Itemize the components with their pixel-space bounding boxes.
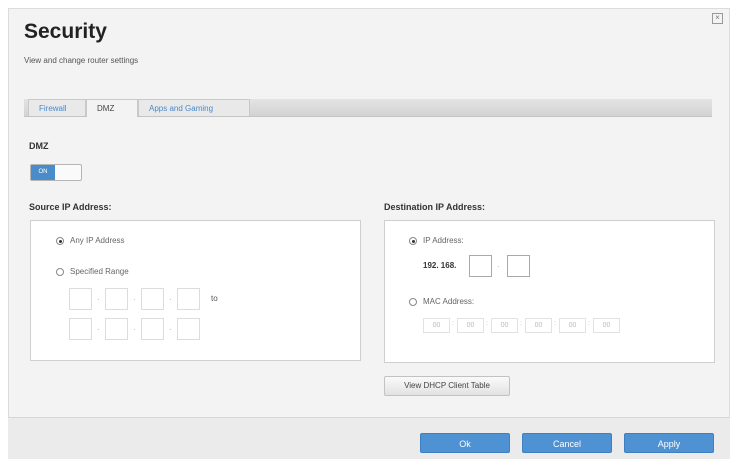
page-subtitle: View and change router settings — [24, 56, 139, 65]
view-dhcp-client-table-button[interactable]: View DHCP Client Table — [384, 376, 510, 396]
tab-dmz[interactable]: DMZ — [86, 99, 138, 117]
source-ip-box: Any IP Address Specified Range · · · to … — [30, 220, 361, 361]
destination-ip-box: IP Address: 192. 168. · MAC Address: 00 … — [384, 220, 715, 363]
dot-separator: · — [133, 295, 136, 304]
dot-separator: · — [169, 295, 172, 304]
range-to-label: to — [211, 294, 218, 303]
specified-range-label: Specified Range — [70, 267, 129, 276]
dot-separator: · — [497, 262, 500, 271]
tab-firewall[interactable]: Firewall — [28, 99, 86, 116]
mac-octet-6[interactable]: 00 — [593, 318, 620, 333]
footer-bar — [8, 418, 730, 459]
page-title: Security — [24, 20, 107, 43]
mac-separator: : — [486, 320, 488, 327]
mac-octet-5[interactable]: 00 — [559, 318, 586, 333]
tab-apps-and-gaming[interactable]: Apps and Gaming — [138, 99, 250, 116]
dot-separator: · — [133, 325, 136, 334]
dest-mac-radio[interactable] — [409, 298, 417, 306]
dest-ip-prefix: 192. 168. — [423, 261, 457, 270]
mac-octet-1[interactable]: 00 — [423, 318, 450, 333]
dot-separator: · — [97, 325, 100, 334]
mac-octet-2[interactable]: 00 — [457, 318, 484, 333]
ok-button[interactable]: Ok — [420, 433, 510, 453]
range-start-octet-1[interactable] — [69, 288, 92, 310]
destination-ip-heading: Destination IP Address: — [384, 202, 486, 212]
dmz-toggle[interactable]: ON — [30, 164, 82, 181]
dest-ip-octet-3[interactable] — [469, 255, 492, 277]
toggle-on-label: ON — [31, 165, 55, 180]
dest-ip-octet-4[interactable] — [507, 255, 530, 277]
mac-octet-3[interactable]: 00 — [491, 318, 518, 333]
apply-button[interactable]: Apply — [624, 433, 714, 453]
any-ip-radio[interactable] — [56, 237, 64, 245]
range-start-octet-2[interactable] — [105, 288, 128, 310]
dest-ip-radio[interactable] — [409, 237, 417, 245]
range-start-octet-3[interactable] — [141, 288, 164, 310]
mac-separator: : — [452, 320, 454, 327]
mac-separator: : — [520, 320, 522, 327]
dot-separator: · — [97, 295, 100, 304]
any-ip-label: Any IP Address — [70, 236, 125, 245]
tab-bar: Firewall DMZ Apps and Gaming — [24, 99, 712, 117]
mac-separator: : — [554, 320, 556, 327]
range-end-octet-4[interactable] — [177, 318, 200, 340]
mac-octet-4[interactable]: 00 — [525, 318, 552, 333]
dmz-label: DMZ — [29, 141, 49, 151]
close-icon[interactable]: × — [712, 13, 723, 24]
range-end-octet-2[interactable] — [105, 318, 128, 340]
source-ip-heading: Source IP Address: — [29, 202, 112, 212]
specified-range-radio[interactable] — [56, 268, 64, 276]
dest-mac-label: MAC Address: — [423, 297, 475, 306]
dot-separator: · — [169, 325, 172, 334]
dest-ip-label: IP Address: — [423, 236, 464, 245]
cancel-button[interactable]: Cancel — [522, 433, 612, 453]
mac-separator: : — [588, 320, 590, 327]
range-end-octet-1[interactable] — [69, 318, 92, 340]
range-end-octet-3[interactable] — [141, 318, 164, 340]
range-start-octet-4[interactable] — [177, 288, 200, 310]
